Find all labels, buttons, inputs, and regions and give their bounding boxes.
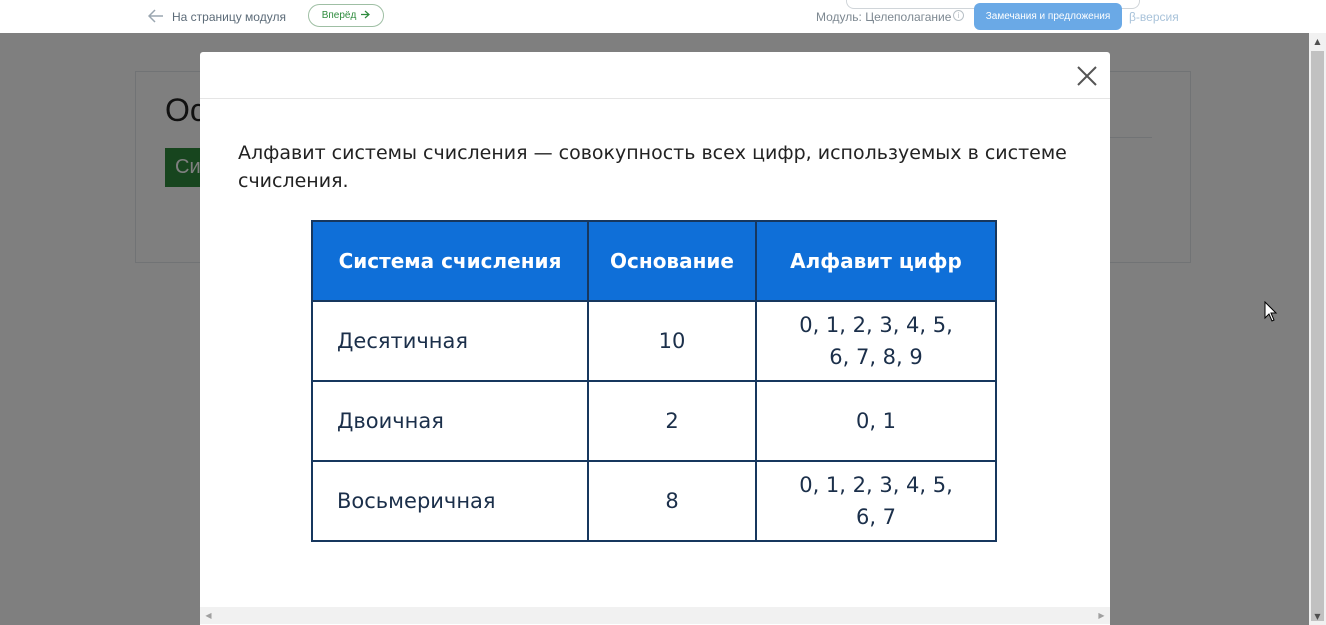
- close-icon[interactable]: [1075, 64, 1099, 88]
- definition-text: Алфавит системы счисления — совокупность…: [238, 142, 1067, 192]
- scroll-thumb[interactable]: [1311, 51, 1324, 621]
- definition-modal: Алфавит системы счисления — совокупность…: [200, 52, 1110, 625]
- alphabet-cell: 0, 1, 2, 3, 4, 5, 6, 7, 8, 9: [755, 300, 997, 382]
- base-cell: 8: [587, 460, 757, 542]
- base-cell: 10: [587, 300, 757, 382]
- alphabet-line: 0, 1, 2, 3, 4, 5,: [799, 313, 953, 337]
- back-link-label: На страницу модуля: [172, 10, 286, 24]
- top-bar: На страницу модуля Вперёд Модуль: Целепо…: [0, 0, 1326, 33]
- forward-button-label: Вперёд: [321, 10, 357, 21]
- table-row: Двоичная 2 0, 1: [311, 380, 997, 462]
- mouse-cursor-icon: [1264, 300, 1278, 323]
- horizontal-scrollbar[interactable]: ◀ ▶: [200, 607, 1110, 624]
- alphabet-cell: 0, 1: [755, 380, 997, 462]
- alphabet-line: 0, 1: [855, 409, 897, 433]
- scroll-left-icon[interactable]: ◀: [200, 607, 217, 624]
- table-header-row: Система счисления Основание Алфавит цифр: [311, 220, 997, 302]
- base-cell: 2: [587, 380, 757, 462]
- beta-label: β-версия: [1129, 10, 1179, 24]
- table-row: Восьмеричная 8 0, 1, 2, 3, 4, 5, 6, 7: [311, 460, 997, 542]
- number-systems-table: Система счисления Основание Алфавит цифр…: [311, 220, 997, 542]
- column-header: Основание: [587, 220, 757, 302]
- info-icon[interactable]: i: [953, 10, 964, 21]
- arrow-left-icon: [147, 8, 164, 26]
- system-name-cell: Двоичная: [311, 380, 589, 462]
- alphabet-cell: 0, 1, 2, 3, 4, 5, 6, 7: [755, 460, 997, 542]
- feedback-button[interactable]: Замечания и предложения: [974, 3, 1122, 30]
- system-name-cell: Восьмеричная: [311, 460, 589, 542]
- arrow-right-icon: [360, 10, 371, 22]
- scroll-right-icon[interactable]: ▶: [1093, 607, 1110, 624]
- back-to-module-link[interactable]: На страницу модуля: [147, 7, 286, 27]
- alphabet-line: 0, 1, 2, 3, 4, 5,: [799, 473, 953, 497]
- forward-button[interactable]: Вперёд: [308, 4, 384, 27]
- module-label: Модуль: Целеполагание: [816, 10, 952, 24]
- scroll-up-icon[interactable]: ▲: [1309, 33, 1326, 50]
- system-name-cell: Десятичная: [311, 300, 589, 382]
- vertical-scrollbar[interactable]: ▲ ▼: [1309, 33, 1326, 625]
- modal-header: [200, 52, 1110, 99]
- alphabet-line: 6, 7: [855, 505, 897, 529]
- table-row: Десятичная 10 0, 1, 2, 3, 4, 5, 6, 7, 8,…: [311, 300, 997, 382]
- scroll-down-icon[interactable]: ▼: [1309, 608, 1326, 625]
- column-header: Система счисления: [311, 220, 589, 302]
- alphabet-line: 6, 7, 8, 9: [829, 345, 923, 369]
- column-header: Алфавит цифр: [755, 220, 997, 302]
- feedback-button-label: Замечания и предложения: [985, 11, 1111, 22]
